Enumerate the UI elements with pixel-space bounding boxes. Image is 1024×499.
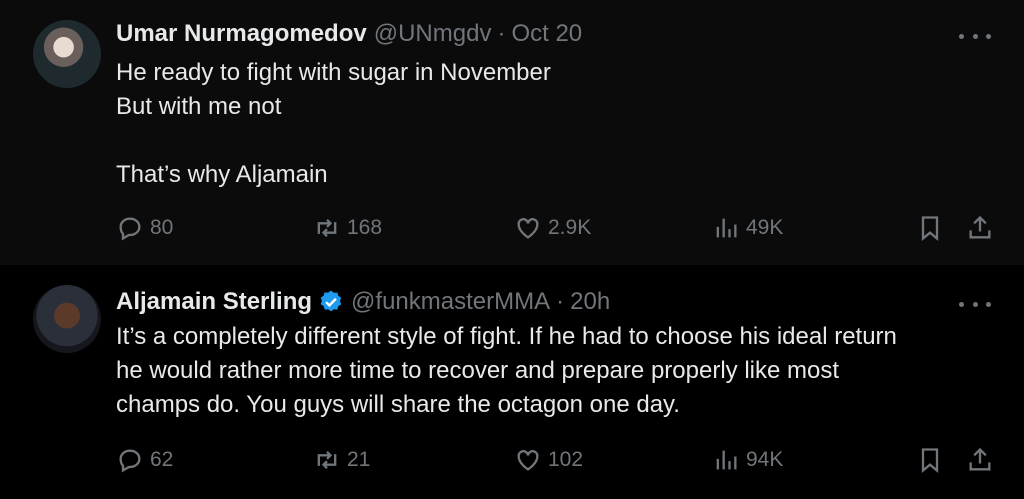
views-count: 49K — [746, 216, 784, 239]
views-count: 94K — [746, 448, 784, 471]
action-bar: 80 168 2.9K 49K — [116, 211, 996, 245]
tweet-line: But with me not — [116, 93, 282, 120]
repost-icon — [317, 451, 337, 469]
repost-button[interactable]: 21 — [313, 443, 370, 477]
bookmark-button[interactable] — [916, 443, 950, 477]
like-button[interactable]: 102 — [514, 443, 583, 477]
separator-dot: · — [497, 20, 506, 47]
share-button[interactable] — [966, 443, 1000, 477]
views-button[interactable]: 94K — [712, 443, 783, 477]
verified-badge-icon — [320, 290, 342, 312]
bookmark-icon — [921, 448, 939, 473]
like-count: 102 — [548, 448, 584, 471]
author-handle[interactable]: @UNmgdv — [374, 19, 492, 49]
views-icon — [716, 450, 737, 470]
reply-count: 80 — [150, 216, 174, 239]
avatar[interactable] — [33, 285, 101, 353]
tweet-umar[interactable]: Umar Nurmagomedov @UNmgdv · Oct 20 He re… — [0, 0, 1024, 265]
like-button[interactable]: 2.9K — [514, 211, 591, 245]
more-icon[interactable] — [955, 294, 995, 314]
more-icon[interactable] — [955, 26, 995, 46]
tweet-aljamain[interactable]: Aljamain Sterling @funkmasterMMA · 20h I… — [0, 265, 1024, 499]
share-icon — [969, 215, 991, 239]
author-name[interactable]: Aljamain Sterling — [116, 287, 312, 317]
bookmark-icon — [921, 216, 939, 241]
tweet-line: He ready to fight with sugar in November — [116, 59, 551, 86]
reply-button[interactable]: 62 — [116, 443, 173, 477]
views-button[interactable]: 49K — [712, 211, 783, 245]
reply-icon — [119, 449, 141, 473]
repost-count: 21 — [347, 448, 371, 471]
tweet-line: he would rather more time to recover and… — [116, 357, 839, 384]
like-count: 2.9K — [548, 216, 592, 239]
share-button[interactable] — [966, 211, 1000, 245]
tweet-text: It’s a completely different style of fig… — [116, 320, 996, 422]
like-icon — [517, 450, 539, 471]
tweet-header: Umar Nurmagomedov @UNmgdv · Oct 20 — [116, 19, 582, 49]
repost-count: 168 — [347, 216, 383, 239]
tweet-line — [116, 124, 996, 158]
bookmark-button[interactable] — [916, 211, 950, 245]
reply-button[interactable]: 80 — [116, 211, 173, 245]
like-icon — [517, 218, 539, 239]
share-icon — [969, 447, 991, 471]
tweet-text: He ready to fight with sugar in November… — [116, 56, 996, 192]
reply-icon — [119, 217, 141, 241]
tweet-line: It’s a completely different style of fig… — [116, 323, 897, 350]
repost-icon — [317, 219, 337, 237]
reply-count: 62 — [150, 448, 174, 471]
repost-button[interactable]: 168 — [313, 211, 382, 245]
timestamp[interactable]: Oct 20 — [511, 19, 582, 49]
tweet-line: That’s why Aljamain — [116, 161, 328, 188]
avatar[interactable] — [33, 20, 101, 88]
tweet-line: champs do. You guys will share the octag… — [116, 391, 680, 418]
timestamp[interactable]: 20h — [570, 287, 610, 317]
author-name[interactable]: Umar Nurmagomedov — [116, 19, 367, 49]
action-bar: 62 21 102 94K — [116, 443, 996, 477]
views-icon — [716, 218, 737, 238]
author-handle[interactable]: @funkmasterMMA — [351, 287, 550, 317]
separator-dot: · — [556, 288, 565, 315]
tweet-header: Aljamain Sterling @funkmasterMMA · 20h — [116, 287, 610, 317]
